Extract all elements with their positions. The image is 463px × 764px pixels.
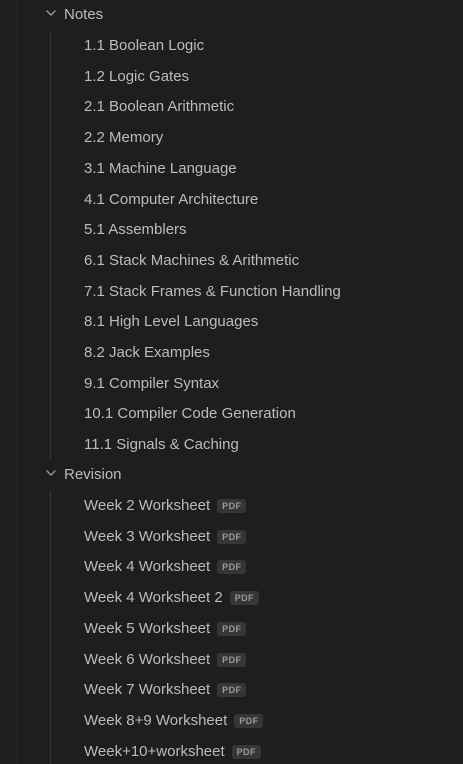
file-item-pdf[interactable]: Week+10+worksheet PDF <box>84 737 261 764</box>
note-item[interactable]: 1.2 Logic Gates <box>84 62 189 92</box>
item-label: 7.1 Stack Frames & Function Handling <box>84 282 341 300</box>
item-label: Week 8+9 Worksheet <box>84 711 228 729</box>
indent-guide <box>17 0 18 764</box>
file-type-badge: PDF <box>234 713 264 728</box>
file-item-pdf[interactable]: Week 4 Worksheet PDF <box>84 552 247 582</box>
item-label: 2.2 Memory <box>84 129 164 147</box>
item-label: 5.1 Assemblers <box>84 221 187 239</box>
chevron-down-icon[interactable] <box>46 9 56 17</box>
file-type-badge: PDF <box>217 652 247 667</box>
note-item[interactable]: 6.1 Stack Machines & Arithmetic <box>84 246 299 276</box>
item-label: Week 4 Worksheet 2 <box>84 589 223 607</box>
chevron-down-icon[interactable] <box>46 469 56 477</box>
folder-label: Notes <box>64 6 104 23</box>
folder-header-notes[interactable]: Notes <box>0 0 463 30</box>
note-item[interactable]: 4.1 Computer Architecture <box>84 185 258 215</box>
item-label: 8.2 Jack Examples <box>84 344 210 361</box>
file-item-pdf[interactable]: Week 7 Worksheet PDF <box>84 675 247 705</box>
item-label: Week 4 Worksheet <box>84 558 211 576</box>
note-item[interactable]: 8.2 Jack Examples <box>84 338 210 368</box>
note-item[interactable]: 10.1 Compiler Code Generation <box>84 399 296 429</box>
file-item-pdf[interactable]: Week 8+9 Worksheet PDF <box>84 706 264 736</box>
item-label: 3.1 Machine Language <box>84 159 237 177</box>
item-label: 4.1 Computer Architecture <box>84 190 259 208</box>
item-label: Week 3 Worksheet <box>84 527 211 545</box>
note-item[interactable]: 2.1 Boolean Arithmetic <box>84 92 234 122</box>
item-label: 8.1 High Level Languages <box>84 313 259 331</box>
note-item[interactable]: 1.1 Boolean Logic <box>84 31 204 61</box>
file-type-badge: PDF <box>217 621 247 636</box>
file-item-pdf[interactable]: Week 5 Worksheet PDF <box>84 614 247 644</box>
item-label: Week 5 Worksheet <box>84 619 211 637</box>
file-type-badge: PDF <box>217 529 247 544</box>
folder-header-revision[interactable]: Revision <box>0 460 463 490</box>
file-type-badge: PDF <box>231 744 261 759</box>
note-item[interactable]: 7.1 Stack Frames & Function Handling <box>84 277 341 307</box>
item-label: 11.1 Signals & Caching <box>84 436 239 454</box>
file-type-badge: PDF <box>229 591 259 606</box>
item-label: Week+10+worksheet <box>84 742 225 760</box>
item-label: 1.2 Logic Gates <box>84 67 190 85</box>
note-item[interactable]: 11.1 Signals & Caching <box>84 430 239 460</box>
note-item[interactable]: 5.1 Assemblers <box>84 215 187 245</box>
file-type-badge: PDF <box>217 560 247 575</box>
item-label: 2.1 Boolean Arithmetic <box>84 98 235 116</box>
item-label: 6.1 Stack Machines & Arithmetic <box>84 251 300 269</box>
item-label: Week 7 Worksheet <box>84 681 211 699</box>
indent-guide <box>50 491 51 764</box>
indent-guide <box>50 31 51 459</box>
file-item-pdf[interactable]: Week 6 Worksheet PDF <box>84 645 247 675</box>
note-item[interactable]: 3.1 Machine Language <box>84 154 237 184</box>
note-item[interactable]: 8.1 High Level Languages <box>84 307 258 337</box>
file-explorer-tree: Notes 1.1 Boolean Logic 1.2 Logic Gates 2.… <box>0 0 463 764</box>
folder-label: Revision <box>64 466 122 483</box>
note-item[interactable]: 2.2 Memory <box>84 123 163 153</box>
item-label: 10.1 Compiler Code Generation <box>84 405 296 423</box>
note-item[interactable]: 9.1 Compiler Syntax <box>84 369 219 399</box>
file-item-pdf[interactable]: Week 2 Worksheet PDF <box>84 491 247 521</box>
file-item-pdf[interactable]: Week 4 Worksheet 2 PDF <box>84 583 259 613</box>
file-type-badge: PDF <box>217 683 247 698</box>
item-label: 1.1 Boolean Logic <box>84 37 205 54</box>
item-label: Week 2 Worksheet <box>84 497 211 514</box>
item-label: 9.1 Compiler Syntax <box>84 374 220 392</box>
file-item-pdf[interactable]: Week 3 Worksheet PDF <box>84 522 247 552</box>
file-type-badge: PDF <box>217 499 247 513</box>
item-label: Week 6 Worksheet <box>84 650 211 668</box>
